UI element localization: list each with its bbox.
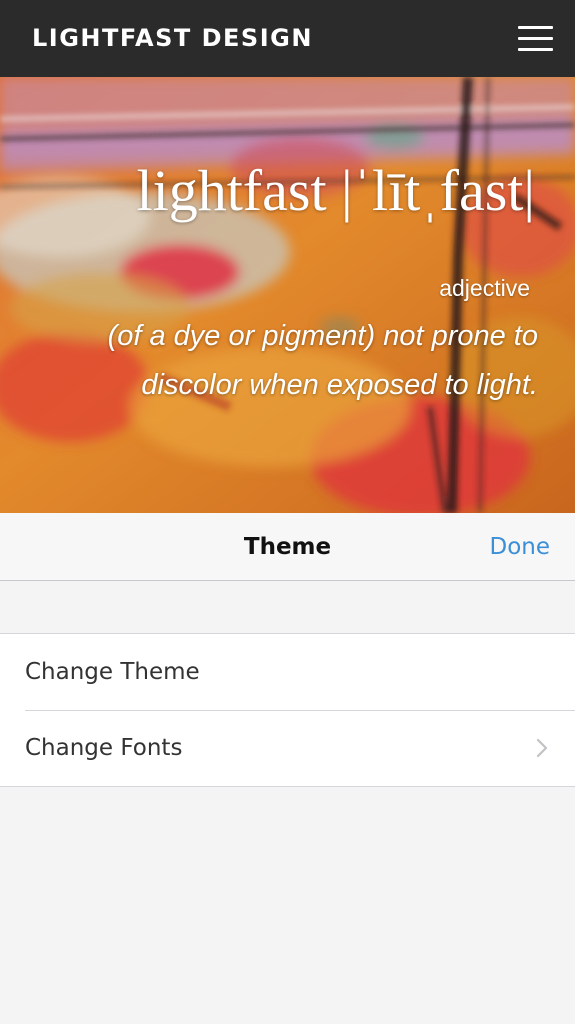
change-fonts-label: Change Fonts <box>25 735 183 761</box>
theme-sheet-header: Theme Done <box>0 513 575 581</box>
site-brand[interactable]: LIGHTFAST DESIGN <box>32 22 313 54</box>
site-header: LIGHTFAST DESIGN <box>0 0 575 77</box>
chevron-right-icon <box>536 738 548 758</box>
definition-text: (of a dye or pigment) not prone to disco… <box>107 320 538 401</box>
hero-banner: lightfast |ˈlītˌfast| adjective (of a dy… <box>0 77 575 513</box>
dictionary-headword: lightfast |ˈlītˌfast| <box>136 158 535 223</box>
hamburger-menu-icon[interactable] <box>518 23 556 55</box>
change-fonts-row[interactable]: Change Fonts <box>0 710 575 786</box>
change-theme-row[interactable]: Change Theme <box>0 634 575 710</box>
theme-options-list: Change Theme Change Fonts <box>0 633 575 787</box>
change-theme-label: Change Theme <box>25 659 200 685</box>
done-button[interactable]: Done <box>489 532 550 562</box>
part-of-speech: adjective <box>439 275 530 301</box>
